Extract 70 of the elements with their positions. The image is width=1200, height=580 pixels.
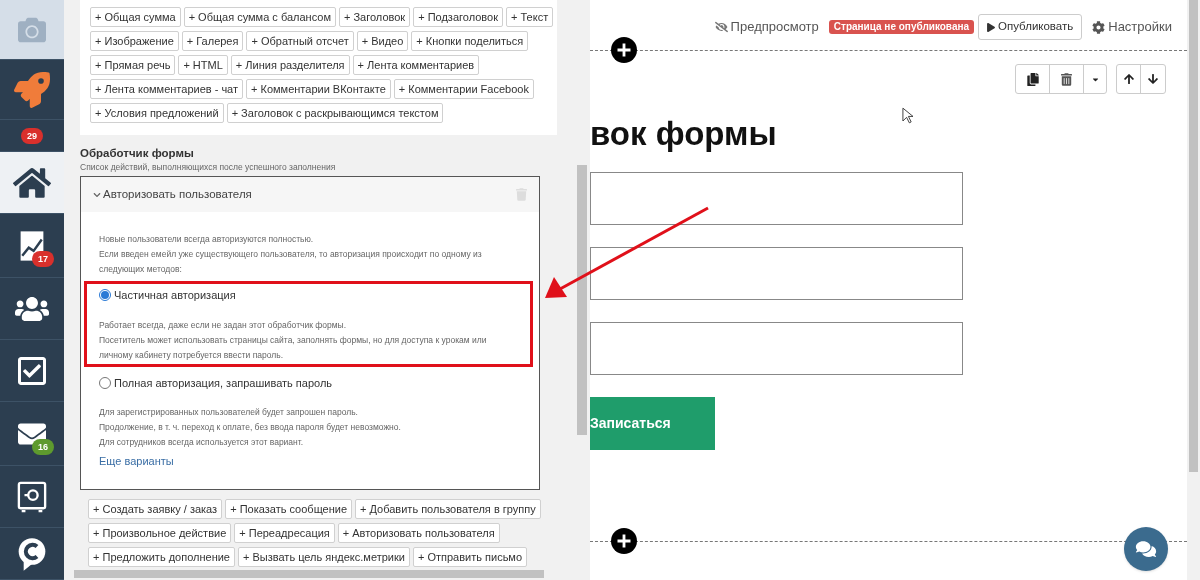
- safe-icon: [17, 480, 47, 513]
- rocket-icon: [14, 71, 50, 108]
- sidebar-item[interactable]: [0, 152, 64, 214]
- add-element-button[interactable]: + Заголовок с раскрывающимся текстом: [226, 103, 444, 123]
- option-description: Для зарегистрированных пользователей будет запрошен пароль. Продолжение, в т. ч. переход к оплате, без ввода пароля будет невозможно. Для сотрудников всегда используется этот вариант.: [99, 406, 402, 449]
- input-field[interactable]: [590, 247, 963, 300]
- add-element-button[interactable]: + Обратный отсчет: [246, 31, 354, 51]
- chat-button[interactable]: [1124, 527, 1168, 571]
- page-scrollbar[interactable]: [1187, 0, 1200, 580]
- add-element-button[interactable]: + Видео: [356, 31, 409, 51]
- radio-button[interactable]: [99, 376, 111, 389]
- option-description: Работает всегда, даже если не задан этот обработчик формы. Посетитель может использовать страницы сайта, заполнять формы, но для доступа к урокам или личному кабинету потребуется ввести пароль.: [99, 318, 488, 362]
- add-element-button[interactable]: + Создать заявку / заказ: [88, 499, 223, 519]
- count-badge: 17: [32, 251, 54, 267]
- add-element-button[interactable]: + Лента комментариев: [352, 55, 480, 75]
- status-badge: Страница не опубликована: [828, 20, 975, 34]
- add-element-button[interactable]: + Текст: [506, 7, 554, 27]
- add-element-button[interactable]: + Общая сумма с балансом: [183, 7, 336, 27]
- form-heading: вок формы: [590, 114, 777, 154]
- add-element-button[interactable]: + Вызвать цель яндекс.метрики: [238, 547, 410, 567]
- preview-button[interactable]: Предпросмотр: [714, 17, 819, 37]
- add-element-button[interactable]: + HTML: [178, 55, 228, 75]
- publish-button[interactable]: Опубликовать: [978, 14, 1083, 40]
- option-label[interactable]: Полная авторизация, запрашивать пароль: [114, 374, 333, 391]
- action-title: Авторизовать пользователя: [103, 186, 252, 202]
- add-block-icon[interactable]: [611, 37, 637, 63]
- add-element-button[interactable]: + Галерея: [181, 31, 244, 51]
- camera-icon: [16, 15, 48, 44]
- section-subtitle: Список действий, выполняющихся после успешного заполнения: [80, 161, 337, 174]
- input-field[interactable]: [590, 322, 963, 375]
- add-element-button[interactable]: + Комментарии Facebook: [393, 79, 534, 99]
- add-element-button[interactable]: + Общая сумма: [90, 7, 181, 27]
- add-element-button[interactable]: + Подзаголовок: [413, 7, 503, 27]
- add-element-button[interactable]: + Кнопки поделиться: [411, 31, 529, 51]
- add-element-button[interactable]: + Произвольное действие: [88, 523, 232, 543]
- add-element-button[interactable]: + Комментарии ВКонтакте: [246, 79, 391, 99]
- add-element-button[interactable]: + Переадресация: [234, 523, 335, 543]
- add-element-button[interactable]: + Линия разделителя: [230, 55, 350, 75]
- option-label[interactable]: Частичная авторизация: [114, 287, 236, 304]
- description-text: Новые пользователи всегда авторизуются полностью. Если введен емейл уже существующего пользователя, то авторизация происходит по одному из следующих методов:: [99, 233, 483, 276]
- arrow-up-icon: [1123, 73, 1134, 85]
- section-title: Обработчик формы: [80, 146, 195, 160]
- add-block-icon[interactable]: [611, 528, 637, 554]
- action-card-header[interactable]: Авторизовать пользователя: [81, 177, 539, 212]
- chat-icon: [1135, 540, 1157, 558]
- add-element-button[interactable]: + Заголовок: [339, 7, 411, 27]
- add-element-button[interactable]: + Прямая речь: [90, 55, 176, 75]
- delete-icon: [1061, 72, 1072, 86]
- eye-icon: [714, 21, 728, 33]
- play-icon: [987, 22, 996, 32]
- copy-icon: [1026, 72, 1039, 86]
- mouse-cursor-icon: [902, 107, 913, 124]
- count-badge: 29: [21, 127, 43, 144]
- add-element-button[interactable]: + Лента комментариев - чат: [90, 79, 244, 99]
- add-element-button[interactable]: + Авторизовать пользователя: [337, 523, 500, 543]
- arrow-down-icon: [1148, 73, 1158, 85]
- settings-button[interactable]: Настройки: [1092, 17, 1172, 37]
- radio-button[interactable]: [99, 289, 111, 302]
- add-element-button[interactable]: + Предложить дополнение: [88, 547, 235, 567]
- add-element-button[interactable]: + Отправить письмо: [412, 547, 528, 567]
- chat-logo-icon: [17, 536, 47, 571]
- add-element-button[interactable]: + Условия предложений: [90, 103, 224, 123]
- add-element-button[interactable]: + Изображение: [90, 31, 179, 51]
- add-element-button[interactable]: + Добавить пользователя в группу: [355, 499, 541, 519]
- more-options-link[interactable]: Еще варианты: [99, 453, 521, 470]
- settings-icon: [1092, 20, 1106, 34]
- input-field[interactable]: [590, 172, 963, 225]
- checkbox-icon: [16, 354, 48, 387]
- add-element-button[interactable]: + Показать сообщение: [225, 499, 352, 519]
- count-badge: 16: [32, 439, 54, 455]
